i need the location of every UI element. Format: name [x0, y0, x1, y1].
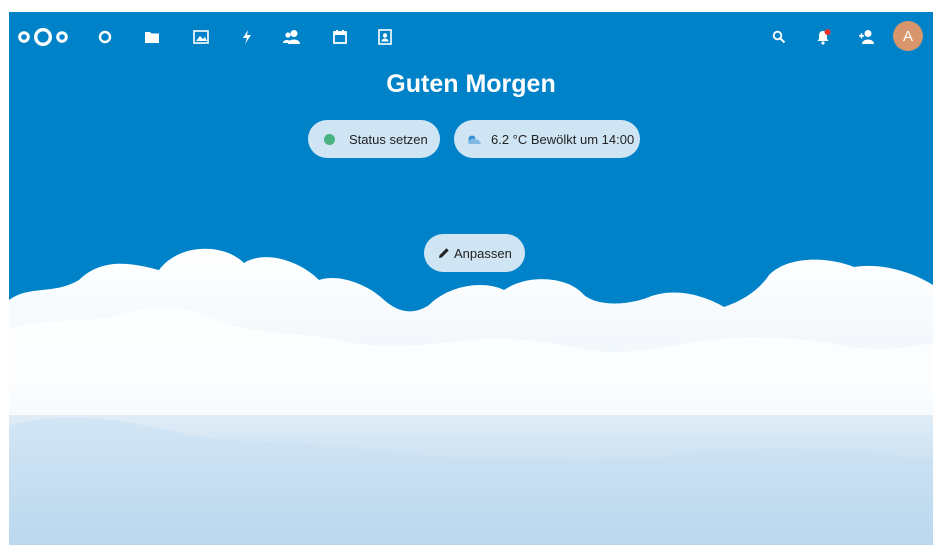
- calendar-icon[interactable]: [328, 25, 352, 49]
- greeting-title: Guten Morgen: [386, 70, 556, 98]
- status-label: Status setzen: [349, 131, 428, 147]
- notifications-icon[interactable]: [812, 25, 836, 49]
- top-header: A: [9, 12, 933, 62]
- customize-label: Anpassen: [454, 245, 512, 261]
- activity-icon[interactable]: [235, 25, 259, 49]
- weather-label: 6.2 °C Bewölkt um 14:00: [491, 131, 635, 147]
- weather-status-button[interactable]: 6.2 °C Bewölkt um 14:00: [454, 120, 640, 158]
- dashboard-viewport: A Guten Morgen Status setzen 6.2 °C Bewö…: [9, 12, 933, 545]
- set-status-button[interactable]: Status setzen: [308, 120, 440, 158]
- dashboard-icon[interactable]: [93, 25, 117, 49]
- avatar-initial: A: [902, 27, 913, 45]
- cloudy-weather-icon: [466, 133, 484, 145]
- contacts-menu-icon[interactable]: [855, 25, 879, 49]
- user-avatar[interactable]: A: [893, 21, 923, 51]
- customize-button[interactable]: Anpassen: [424, 234, 525, 272]
- files-icon[interactable]: [140, 25, 164, 49]
- pencil-icon: [438, 247, 450, 259]
- nextcloud-logo[interactable]: [17, 24, 69, 50]
- clouds-background: [9, 248, 933, 545]
- contacts-book-icon[interactable]: [373, 25, 397, 49]
- status-online-dot: [324, 133, 335, 145]
- photos-icon[interactable]: [189, 25, 213, 49]
- search-icon[interactable]: [767, 25, 791, 49]
- contacts-icon[interactable]: [280, 25, 304, 49]
